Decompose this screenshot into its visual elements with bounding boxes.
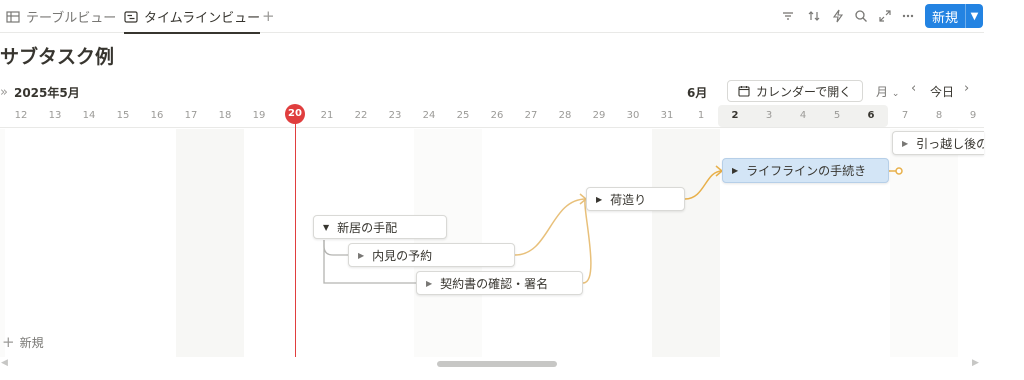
task-label: 内見の予約	[372, 248, 433, 263]
task-bar-after-move[interactable]: ▶ 引っ越し後の	[892, 131, 984, 155]
task-bar-viewing[interactable]: ▶ 内見の予約	[348, 243, 515, 267]
day-number: 28	[558, 110, 572, 121]
calendar-icon	[738, 86, 750, 97]
day-number: 6	[867, 110, 875, 121]
day-number: 5	[833, 110, 841, 121]
day-numbers-row: 1213141516171819202122232425262728293031…	[0, 104, 984, 128]
month-left-label: 2025年5月	[13, 86, 80, 100]
chevron-down-icon[interactable]: ▼	[966, 11, 983, 22]
day-number: 27	[524, 110, 538, 121]
day-number: 3	[765, 110, 773, 121]
search-icon[interactable]	[853, 8, 869, 24]
today-line	[295, 114, 296, 357]
expand-right-icon[interactable]: ▶	[426, 279, 432, 288]
new-button-label: 新規	[932, 10, 959, 26]
day-number: 25	[456, 110, 470, 121]
day-number: 29	[592, 110, 606, 121]
today-button[interactable]: 今日	[930, 83, 954, 100]
add-new-label: 新規	[19, 335, 44, 350]
tab-timeline-view[interactable]: タイムラインビュー	[124, 0, 261, 34]
task-label: 引っ越し後の	[916, 136, 984, 151]
chevron-down-icon: ⌄	[891, 89, 900, 99]
new-button[interactable]: 新規 ▼	[925, 4, 983, 28]
expand-icon[interactable]	[877, 8, 893, 24]
expand-right-icon[interactable]: ▶	[732, 166, 738, 175]
day-number: 26	[490, 110, 504, 121]
expand-down-icon[interactable]: ▼	[323, 223, 329, 232]
day-number: 19	[252, 110, 266, 121]
scroll-left-arrow-icon[interactable]: ◀	[1, 358, 8, 368]
month-right-label: 6月	[687, 86, 708, 100]
open-in-calendar-button[interactable]: カレンダーで開く	[727, 80, 863, 102]
day-number: 18	[218, 110, 232, 121]
task-label: ライフラインの手続き	[746, 164, 867, 178]
day-number: 14	[82, 110, 96, 121]
task-bar-contract[interactable]: ▶ 契約書の確認・署名	[416, 271, 583, 295]
day-number: 1	[697, 110, 705, 121]
lightning-icon[interactable]	[830, 8, 846, 24]
timeline-month-left: » 2025年5月	[0, 84, 80, 101]
day-number: 12	[14, 110, 28, 121]
tab-table-label: テーブルビュー	[26, 11, 117, 26]
task-bar-parent[interactable]: ▼ 新居の手配	[313, 215, 447, 239]
day-number: 24	[422, 110, 436, 121]
scale-label: 月	[876, 85, 889, 99]
weekend-band	[652, 129, 720, 357]
task-bar-packing[interactable]: ▶ 荷造り	[586, 187, 685, 211]
sort-icon[interactable]	[806, 8, 822, 24]
table-icon	[6, 10, 20, 23]
day-number: 15	[116, 110, 130, 121]
day-number: 31	[660, 110, 674, 121]
more-icon[interactable]	[900, 8, 916, 24]
day-number: 23	[388, 110, 402, 121]
chevron-left-icon[interactable]: ‹	[911, 81, 916, 96]
day-number: 9	[969, 110, 977, 121]
day-number: 17	[184, 110, 198, 121]
chevron-right-icon[interactable]: ›	[964, 81, 969, 96]
scroll-right-arrow-icon[interactable]: ▶	[972, 358, 979, 368]
task-bar-lifeline[interactable]: ▶ ライフラインの手続き	[722, 158, 889, 183]
day-number: 13	[48, 110, 62, 121]
weekend-band	[176, 129, 244, 357]
add-new-row-button[interactable]: + 新規	[2, 333, 44, 351]
day-number: 8	[935, 110, 943, 121]
timeline-page: テーブルビュー タイムラインビュー + 新規 ▼ サブタスク例 » 2025年5…	[0, 0, 1024, 380]
filter-icon[interactable]	[780, 8, 796, 24]
expand-right-icon[interactable]: ▶	[902, 139, 908, 148]
day-number: 7	[901, 110, 909, 121]
weekend-band	[0, 129, 5, 357]
day-number: 2	[731, 110, 739, 121]
task-label: 契約書の確認・署名	[440, 276, 549, 291]
timeline-icon	[124, 10, 138, 23]
tab-timeline-label: タイムラインビュー	[144, 11, 261, 26]
scale-select[interactable]: 月 ⌄	[876, 83, 899, 100]
collapse-sidebar-icon[interactable]: »	[0, 85, 8, 100]
open-in-calendar-label: カレンダーで開く	[756, 84, 852, 99]
day-number: 22	[354, 110, 368, 121]
scrollbar-thumb[interactable]	[437, 361, 557, 367]
weekend-band	[890, 129, 958, 357]
day-number: 4	[799, 110, 807, 121]
horizontal-scrollbar[interactable]: ◀ ▶	[0, 358, 984, 370]
plus-icon: +	[2, 333, 15, 351]
tab-table-view[interactable]: テーブルビュー	[6, 0, 116, 33]
expand-right-icon[interactable]: ▶	[358, 251, 364, 260]
expand-right-icon[interactable]: ▶	[596, 195, 602, 204]
day-number: 21	[320, 110, 334, 121]
day-number: 30	[626, 110, 640, 121]
view-tabs-bar: テーブルビュー タイムラインビュー + 新規 ▼	[0, 0, 984, 34]
task-label: 荷造り	[610, 192, 647, 207]
task-label: 新居の手配	[337, 220, 398, 235]
add-view-plus-icon[interactable]: +	[262, 7, 275, 25]
day-number: 16	[150, 110, 164, 121]
page-title: サブタスク例	[0, 46, 115, 68]
